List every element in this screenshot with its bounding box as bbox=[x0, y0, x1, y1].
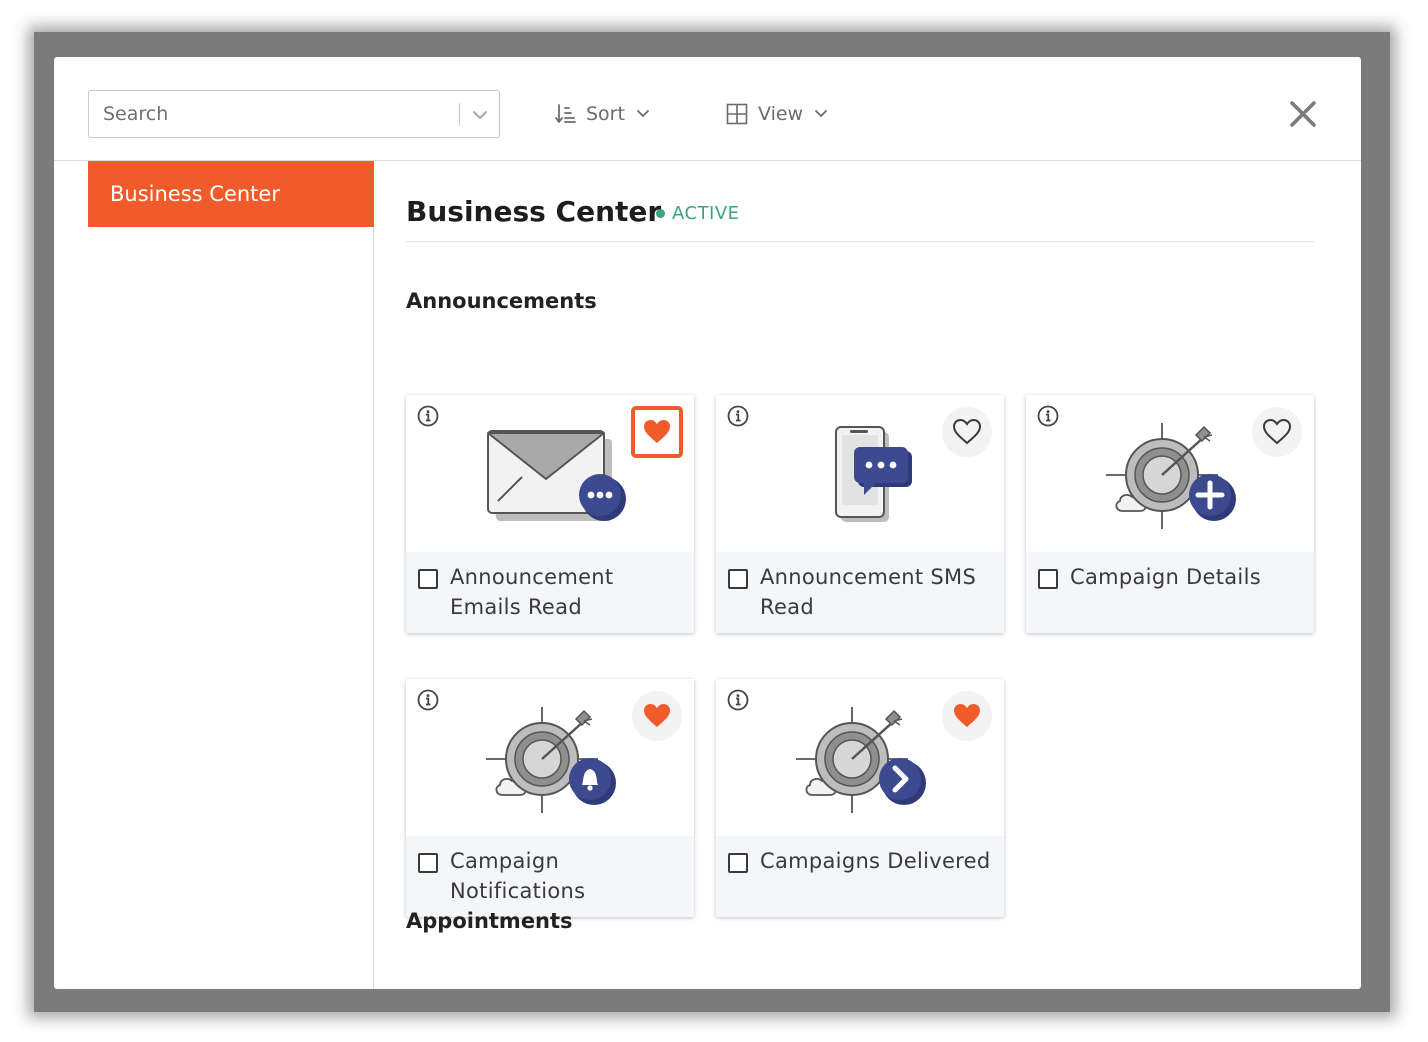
view-label: View bbox=[758, 103, 804, 125]
card-label: Announcement Emails Read bbox=[450, 565, 614, 619]
chevron-down-icon[interactable] bbox=[470, 105, 490, 125]
phone-chat-icon bbox=[835, 426, 912, 522]
envelope-chat-icon bbox=[487, 430, 626, 521]
card-checkbox[interactable] bbox=[418, 569, 438, 589]
card-checkbox[interactable] bbox=[728, 569, 748, 589]
card-illustration-area bbox=[716, 679, 1004, 836]
target-arrow-icon bbox=[796, 707, 926, 813]
card-footer: Campaigns Delivered bbox=[716, 836, 1004, 917]
favorite-button[interactable] bbox=[631, 406, 683, 458]
card-footer: Announcement SMS Read bbox=[716, 552, 1004, 633]
sort-label: Sort bbox=[586, 103, 625, 125]
metric-card[interactable]: Campaign Details bbox=[1026, 395, 1314, 633]
metric-card[interactable]: Announcement Emails Read bbox=[406, 395, 694, 633]
heart-filled-icon bbox=[644, 704, 670, 727]
card-footer: Announcement Emails Read bbox=[406, 552, 694, 633]
info-icon[interactable] bbox=[727, 689, 749, 711]
card-checkbox[interactable] bbox=[728, 853, 748, 873]
sidebar-item-label: Business Center bbox=[110, 182, 280, 206]
status-badge: ACTIVE bbox=[656, 203, 740, 224]
heart-filled-icon bbox=[644, 420, 670, 443]
card-label: Campaigns Delivered bbox=[760, 849, 991, 873]
search-combobox[interactable] bbox=[88, 90, 500, 138]
card-label: Campaign Details bbox=[1070, 565, 1261, 589]
metrics-picker-modal: Sort View Business Center Business Cente… bbox=[54, 57, 1361, 989]
search-divider bbox=[459, 103, 460, 126]
sidebar-item-business-center[interactable]: Business Center bbox=[88, 161, 374, 227]
metric-card[interactable]: Announcement SMS Read bbox=[716, 395, 1004, 633]
card-footer: Campaign Details bbox=[1026, 552, 1314, 633]
heart-outline-icon bbox=[953, 419, 981, 445]
card-illustration-area bbox=[406, 395, 694, 552]
search-input[interactable] bbox=[90, 92, 454, 136]
close-icon[interactable] bbox=[1288, 99, 1318, 129]
metric-card[interactable]: Campaign Notifications bbox=[406, 679, 694, 917]
sort-icon bbox=[555, 104, 576, 123]
info-icon[interactable] bbox=[727, 405, 749, 427]
chevron-down-icon bbox=[637, 110, 649, 117]
info-icon[interactable] bbox=[417, 405, 439, 427]
page-title: Business Center bbox=[406, 195, 662, 228]
favorite-button[interactable] bbox=[942, 691, 992, 741]
status-dot bbox=[656, 209, 665, 218]
info-icon[interactable] bbox=[1037, 405, 1059, 427]
section-title-appointments: Appointments bbox=[406, 909, 573, 933]
card-label: Announcement SMS Read bbox=[760, 565, 977, 619]
sidebar: Business Center bbox=[54, 161, 374, 989]
favorite-button[interactable] bbox=[632, 691, 682, 741]
favorite-button[interactable] bbox=[942, 407, 992, 457]
grid-view-icon bbox=[726, 103, 748, 125]
card-illustration-area bbox=[716, 395, 1004, 552]
main-content: Business Center ACTIVE Announcements Ann… bbox=[406, 161, 1316, 989]
divider bbox=[406, 241, 1314, 242]
card-checkbox[interactable] bbox=[418, 853, 438, 873]
view-button[interactable]: View bbox=[726, 90, 829, 138]
sort-button[interactable]: Sort bbox=[554, 90, 651, 138]
info-icon[interactable] bbox=[417, 689, 439, 711]
card-label: Campaign Notifications bbox=[450, 849, 586, 903]
chevron-down-icon bbox=[815, 110, 827, 117]
card-illustration-area bbox=[406, 679, 694, 836]
card-checkbox[interactable] bbox=[1038, 569, 1058, 589]
section-title-announcements: Announcements bbox=[406, 289, 597, 313]
target-plus-icon bbox=[1106, 423, 1236, 529]
target-bell-icon bbox=[486, 707, 616, 813]
heart-outline-icon bbox=[1263, 419, 1291, 445]
modal-toolbar: Sort View bbox=[54, 57, 1361, 161]
metric-card[interactable]: Campaigns Delivered bbox=[716, 679, 1004, 917]
status-label: ACTIVE bbox=[672, 203, 740, 224]
favorite-button[interactable] bbox=[1252, 407, 1302, 457]
card-footer: Campaign Notifications bbox=[406, 836, 694, 917]
card-illustration-area bbox=[1026, 395, 1314, 552]
heart-filled-icon bbox=[954, 704, 980, 727]
